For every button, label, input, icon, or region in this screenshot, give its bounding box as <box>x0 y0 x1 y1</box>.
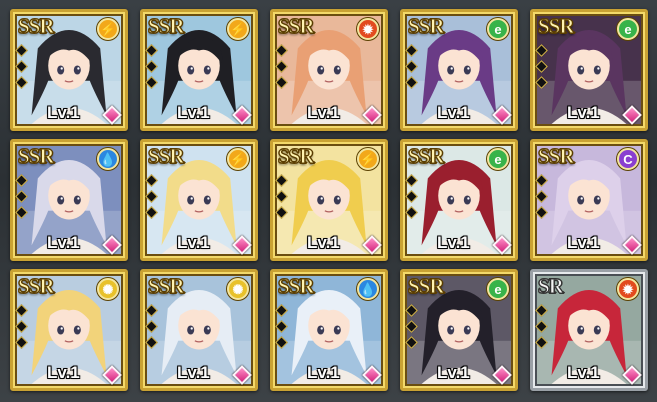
water-icon: 💧 <box>97 148 119 170</box>
rarity-label: SSR <box>538 144 576 169</box>
dark-icon: C <box>617 148 639 170</box>
rank-diamonds <box>15 304 28 354</box>
level-label: Lv.1 <box>567 363 600 382</box>
rarity-label: SSR <box>18 274 56 299</box>
thunder-icon: ⚡ <box>97 18 119 40</box>
rank-diamonds <box>535 44 548 94</box>
light-icon: ✺ <box>97 278 119 300</box>
thunder-icon: ⚡ <box>227 148 249 170</box>
level-label: Lv.1 <box>437 233 470 252</box>
rarity-label: SR <box>538 274 565 299</box>
rarity-label: SSR <box>538 14 576 39</box>
level-label: Lv.1 <box>47 363 80 382</box>
rarity-label: SSR <box>148 274 186 299</box>
rarity-label: SSR <box>18 144 56 169</box>
character-card[interactable]: SR ✹ Lv.1 <box>530 269 648 391</box>
character-card[interactable]: SSR ✺ Lv.1 <box>10 269 128 391</box>
character-card[interactable]: SSR ⚡ Lv.1 <box>140 9 258 131</box>
rank-diamonds <box>535 304 548 354</box>
rank-diamonds <box>275 44 288 94</box>
fire-icon: ✹ <box>357 18 379 40</box>
rank-diamonds <box>405 304 418 354</box>
level-label: Lv.1 <box>437 363 470 382</box>
rarity-label: SSR <box>408 14 446 39</box>
rank-diamonds <box>145 304 158 354</box>
level-label: Lv.1 <box>567 103 600 122</box>
character-card[interactable]: SSR 💧 Lv.1 <box>10 139 128 261</box>
level-label: Lv.1 <box>47 233 80 252</box>
rank-diamonds <box>275 174 288 224</box>
light-icon: ✺ <box>227 278 249 300</box>
thunder-icon: ⚡ <box>227 18 249 40</box>
character-roster-grid: SSR ⚡ Lv.1 SSR ⚡ Lv.1 SSR ✹ Lv.1 SSR e L… <box>0 0 657 402</box>
rank-diamonds <box>275 304 288 354</box>
rarity-label: SSR <box>278 14 316 39</box>
character-card[interactable]: SSR 💧 Lv.1 <box>270 269 388 391</box>
level-label: Lv.1 <box>47 103 80 122</box>
character-card[interactable]: SSR ⚡ Lv.1 <box>140 139 258 261</box>
rank-diamonds <box>405 44 418 94</box>
rank-diamonds <box>535 174 548 224</box>
water-icon: 💧 <box>357 278 379 300</box>
rarity-label: SSR <box>278 274 316 299</box>
character-card[interactable]: SSR ✹ Lv.1 <box>270 9 388 131</box>
wind-icon: e <box>487 278 509 300</box>
level-label: Lv.1 <box>437 103 470 122</box>
character-card[interactable]: SSR e Lv.1 <box>400 9 518 131</box>
level-label: Lv.1 <box>307 233 340 252</box>
rank-diamonds <box>145 174 158 224</box>
rank-diamonds <box>15 44 28 94</box>
wind-icon: e <box>617 18 639 40</box>
rarity-label: SSR <box>148 14 186 39</box>
level-label: Lv.1 <box>567 233 600 252</box>
thunder-icon: ⚡ <box>357 148 379 170</box>
character-card[interactable]: SSR ⚡ Lv.1 <box>270 139 388 261</box>
rarity-label: SSR <box>148 144 186 169</box>
rarity-label: SSR <box>18 14 56 39</box>
character-card[interactable]: SSR e Lv.1 <box>400 269 518 391</box>
rank-diamonds <box>15 174 28 224</box>
rank-diamonds <box>145 44 158 94</box>
level-label: Lv.1 <box>177 103 210 122</box>
rank-diamonds <box>405 174 418 224</box>
rarity-label: SSR <box>278 144 316 169</box>
fire-icon: ✹ <box>617 278 639 300</box>
level-label: Lv.1 <box>307 103 340 122</box>
level-label: Lv.1 <box>307 363 340 382</box>
character-card[interactable]: SSR C Lv.1 <box>530 139 648 261</box>
rarity-label: SSR <box>408 274 446 299</box>
character-card[interactable]: SSR ✺ Lv.1 <box>140 269 258 391</box>
character-card[interactable]: SSR ⚡ Lv.1 <box>10 9 128 131</box>
character-card[interactable]: SSR e Lv.1 <box>400 139 518 261</box>
level-label: Lv.1 <box>177 233 210 252</box>
wind-icon: e <box>487 148 509 170</box>
wind-icon: e <box>487 18 509 40</box>
character-card[interactable]: SSR e Lv.1 <box>530 9 648 131</box>
level-label: Lv.1 <box>177 363 210 382</box>
rarity-label: SSR <box>408 144 446 169</box>
